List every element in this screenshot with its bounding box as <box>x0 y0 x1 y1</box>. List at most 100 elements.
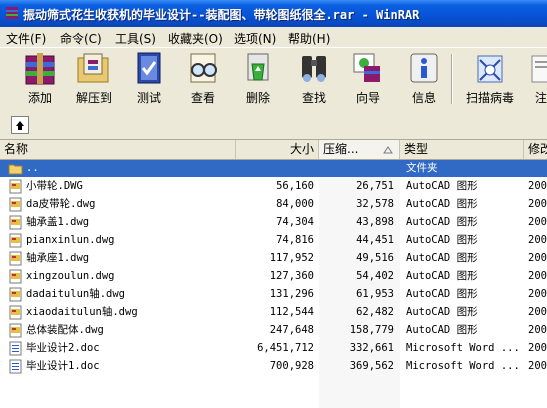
dwg-file-icon <box>8 287 23 302</box>
menu-tools[interactable]: 工具(S) <box>115 30 156 47</box>
file-packed-size: 44,451 <box>356 234 394 246</box>
file-packed-size: 54,402 <box>356 270 394 282</box>
file-type: AutoCAD 图形 <box>406 306 478 318</box>
add-button[interactable]: 添加 <box>15 50 65 108</box>
file-modified: 2009 <box>528 288 547 300</box>
toolbar: 添加 解压到 测试 查看 删除 查找 向导 信息 扫描病毒 注 <box>0 47 547 112</box>
file-modified: 2009 <box>528 324 547 336</box>
file-name: da皮带轮.dwg <box>26 198 96 210</box>
file-row[interactable]: 总体装配体.dwg 247,648 158,779 AutoCAD 图形 2009 <box>0 322 547 339</box>
scan-virus-button[interactable]: 扫描病毒 <box>462 50 518 108</box>
file-packed-size: 61,953 <box>356 288 394 300</box>
view-button[interactable]: 查看 <box>178 50 228 108</box>
file-type: AutoCAD 图形 <box>406 180 478 192</box>
file-name: pianxinlun.dwg <box>26 234 115 246</box>
file-row[interactable]: pianxinlun.dwg 74,816 44,451 AutoCAD 图形 2009 <box>0 232 547 249</box>
column-name[interactable]: 名称 <box>0 140 236 159</box>
file-row[interactable]: xingzoulun.dwg 127,360 54,402 AutoCAD 图形 200… <box>0 268 547 285</box>
file-modified: 2009 <box>528 360 547 372</box>
file-row[interactable]: .. 文件夹 <box>0 160 547 177</box>
file-row[interactable]: da皮带轮.dwg 84,000 32,578 AutoCAD 图形 2009 <box>0 196 547 213</box>
file-type: Microsoft Word ... <box>406 360 520 372</box>
file-packed-size: 43,898 <box>356 216 394 228</box>
file-size: 117,952 <box>269 252 314 264</box>
add-books-icon <box>25 53 55 85</box>
file-name: xingzoulun.dwg <box>26 270 115 282</box>
delete-recycle-icon <box>247 53 269 81</box>
file-row[interactable]: 轴承盖1.dwg 74,304 43,898 AutoCAD 图形 2009 <box>0 214 547 231</box>
dwg-file-icon <box>8 179 23 194</box>
file-modified: 2009 <box>528 234 547 246</box>
file-modified: 2009 <box>528 216 547 228</box>
up-folder-button[interactable] <box>11 116 29 134</box>
up-arrow-icon <box>16 121 24 130</box>
doc-file-icon <box>8 341 23 356</box>
file-type: AutoCAD 图形 <box>406 216 478 228</box>
test-book-icon <box>137 52 161 84</box>
file-type: AutoCAD 图形 <box>406 270 478 282</box>
menu-favorites[interactable]: 收藏夹(O) <box>168 30 223 47</box>
info-button[interactable]: 信息 <box>399 50 449 108</box>
file-modified: 2009 <box>528 252 547 264</box>
file-row[interactable]: 毕业设计2.doc 6,451,712 332,661 Microsoft Word … <box>0 340 547 357</box>
file-row[interactable]: 毕业设计1.doc 700,928 369,562 Microsoft Word ..… <box>0 358 547 375</box>
file-modified: 2009 <box>528 306 547 318</box>
column-size[interactable]: 大小 <box>236 140 319 159</box>
file-name: 毕业设计1.doc <box>26 360 100 372</box>
file-type: 文件夹 <box>406 162 438 174</box>
file-size: 127,360 <box>269 270 314 282</box>
file-type: AutoCAD 图形 <box>406 198 478 210</box>
folder-up-icon <box>8 161 23 176</box>
file-row[interactable]: dadaitulun轴.dwg 131,296 61,953 AutoCAD 图形 20… <box>0 286 547 303</box>
column-modified[interactable]: 修改 <box>524 140 547 159</box>
file-name: 轴承座1.dwg <box>26 252 90 264</box>
file-size: 700,928 <box>269 360 314 372</box>
dwg-file-icon <box>8 323 23 338</box>
find-button[interactable]: 查找 <box>289 50 339 108</box>
file-size: 74,304 <box>276 216 314 228</box>
comment-button[interactable]: 注 <box>526 50 547 108</box>
dwg-file-icon <box>8 251 23 266</box>
file-size: 247,648 <box>269 324 314 336</box>
menu-file[interactable]: 文件(F) <box>6 30 46 47</box>
column-header: 名称 大小 压缩... 类型 修改 <box>0 140 547 160</box>
file-name: 小带轮.DWG <box>26 180 83 192</box>
file-size: 112,544 <box>269 306 314 318</box>
file-packed-size: 62,482 <box>356 306 394 318</box>
file-size: 84,000 <box>276 198 314 210</box>
file-type: AutoCAD 图形 <box>406 252 478 264</box>
file-row[interactable]: 小带轮.DWG 56,160 26,751 AutoCAD 图形 2009 <box>0 178 547 195</box>
file-type: Microsoft Word ... <box>406 342 520 354</box>
file-packed-size: 369,562 <box>349 360 394 372</box>
file-row[interactable]: xiaodaitulun轴.dwg 112,544 62,482 AutoCAD 图形… <box>0 304 547 321</box>
window-title: 振动筛式花生收获机的毕业设计--装配图、带轮图纸很全.rar - WinRAR <box>23 8 420 22</box>
extract-to-button[interactable]: 解压到 <box>69 50 119 108</box>
menu-options[interactable]: 选项(N) <box>234 30 276 47</box>
test-button[interactable]: 测试 <box>124 50 174 108</box>
file-packed-size: 49,516 <box>356 252 394 264</box>
extract-folder-icon <box>77 53 109 83</box>
file-size: 74,816 <box>276 234 314 246</box>
wizard-button[interactable]: 向导 <box>343 50 393 108</box>
menu-commands[interactable]: 命令(C) <box>60 30 102 47</box>
wizard-icon <box>353 53 380 82</box>
file-name: .. <box>26 162 39 174</box>
file-name: dadaitulun轴.dwg <box>26 288 126 300</box>
file-name: 毕业设计2.doc <box>26 342 100 354</box>
file-type: AutoCAD 图形 <box>406 288 478 300</box>
menu-bar: 文件(F) 命令(C) 工具(S) 收藏夹(O) 选项(N) 帮助(H) <box>0 27 547 47</box>
title-bar[interactable]: 振动筛式花生收获机的毕业设计--装配图、带轮图纸很全.rar - WinRAR <box>0 0 547 27</box>
column-type[interactable]: 类型 <box>400 140 524 159</box>
toolbar-separator <box>451 54 453 104</box>
menu-help[interactable]: 帮助(H) <box>288 30 330 47</box>
file-packed-size: 158,779 <box>349 324 394 336</box>
winrar-app-icon <box>6 7 18 19</box>
column-packed[interactable]: 压缩... <box>319 140 400 159</box>
sort-ascending-icon <box>383 146 393 154</box>
delete-button[interactable]: 删除 <box>233 50 283 108</box>
dwg-file-icon <box>8 305 23 320</box>
file-list: .. 文件夹小带轮.DWG56,16026,751AutoCAD 图形2009 da… <box>0 160 547 408</box>
file-row[interactable]: 轴承座1.dwg 117,952 49,516 AutoCAD 图形 2009 <box>0 250 547 267</box>
file-packed-size: 332,661 <box>349 342 394 354</box>
file-modified: 2009 <box>528 270 547 282</box>
